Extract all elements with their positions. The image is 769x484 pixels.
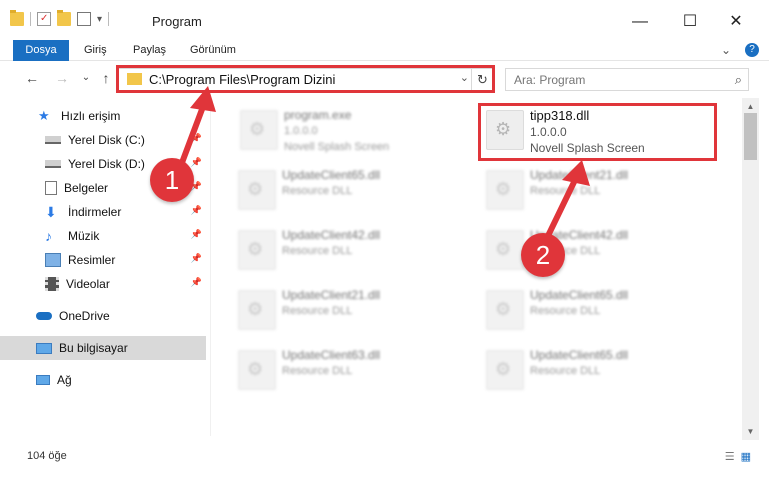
- details-view-icon[interactable]: ☰: [725, 450, 735, 463]
- tiles-view-icon[interactable]: ▦: [741, 450, 751, 463]
- item-count: 104 öğe: [27, 450, 67, 462]
- arrow-2-shaft: [543, 175, 579, 243]
- view-switcher: ☰ ▦: [725, 450, 751, 463]
- status-bar: 104 öğe ☰ ▦: [0, 444, 769, 468]
- step-badge-1: 1: [150, 158, 194, 202]
- arrow-1-shaft: [177, 101, 207, 171]
- annotation-arrows: [177, 86, 590, 243]
- step-badge-2: 2: [521, 233, 565, 277]
- arrow-1-head: [190, 86, 216, 112]
- arrow-2-head: [562, 160, 590, 186]
